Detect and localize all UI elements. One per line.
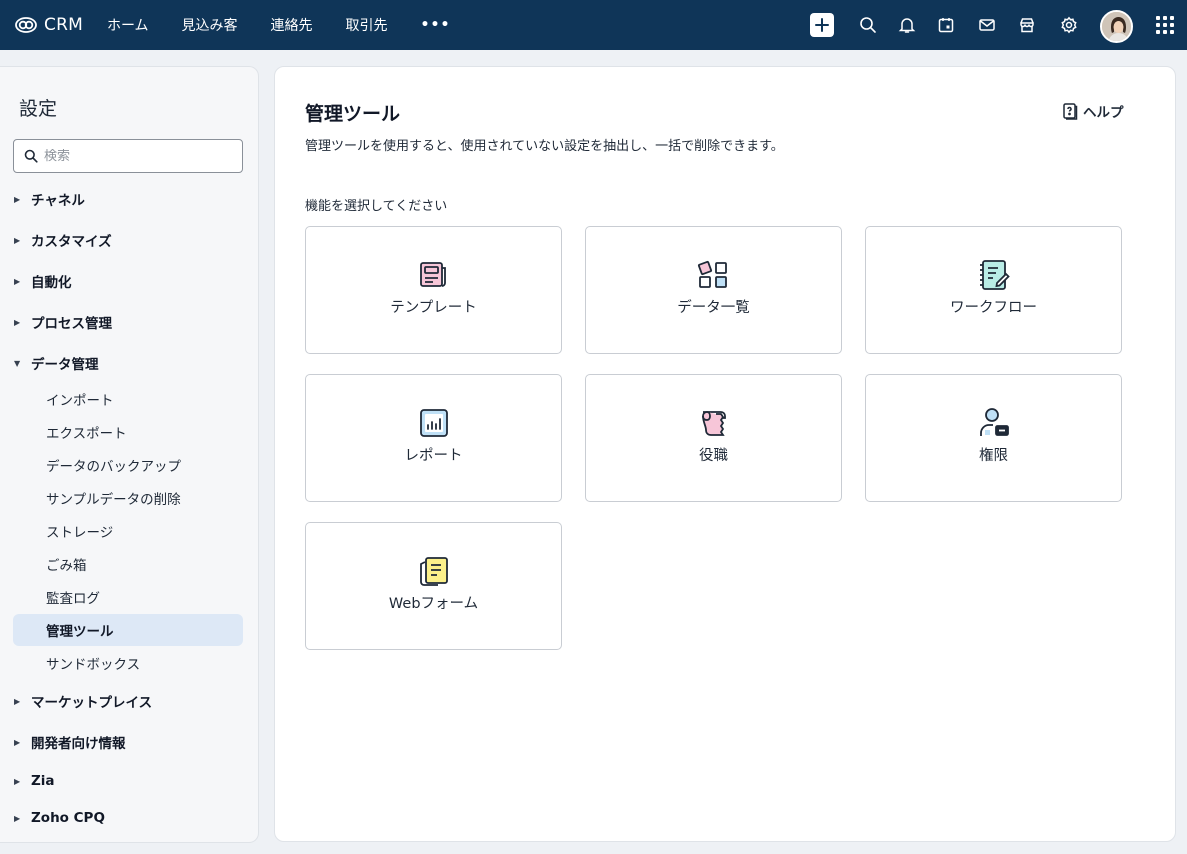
nav-more-button[interactable]: •••: [421, 17, 451, 33]
sidebar-item-backup[interactable]: データのバックアップ: [46, 455, 181, 475]
page-title: 管理ツール: [305, 103, 401, 125]
user-avatar-icon: [1102, 12, 1131, 41]
caret-right-icon: ▶: [14, 276, 21, 286]
app-title: CRM: [44, 15, 83, 35]
caret-right-icon: ▶: [14, 776, 21, 786]
sidebar-item-import[interactable]: インポート: [46, 389, 114, 409]
gear-icon: [1061, 16, 1077, 34]
top-navigation-bar: CRM ホーム 見込み客 連絡先 取引先 •••: [0, 0, 1187, 50]
calendar-button[interactable]: [935, 14, 957, 36]
sidebar-item-export[interactable]: エクスポート: [46, 422, 127, 442]
sidebar-section-zia[interactable]: ▶ Zia: [14, 773, 55, 789]
card-workflow[interactable]: ワークフロー: [865, 226, 1122, 354]
nav-item-home[interactable]: ホーム: [107, 15, 149, 35]
main-nav: ホーム 見込み客 連絡先 取引先 •••: [107, 15, 450, 35]
nav-item-accounts[interactable]: 取引先: [346, 15, 388, 35]
card-roles[interactable]: 役職: [585, 374, 842, 502]
report-icon: [417, 406, 451, 440]
help-book-icon: [1063, 103, 1078, 120]
sidebar-search-input[interactable]: [44, 148, 224, 164]
webform-icon: [417, 554, 451, 588]
card-label: ワークフロー: [950, 300, 1037, 316]
caret-right-icon: ▶: [14, 235, 21, 245]
sidebar-section-zoho-cpq[interactable]: ▶ Zoho CPQ: [14, 810, 105, 826]
plus-icon: [815, 18, 829, 32]
sidebar-section-marketplace[interactable]: ▶ マーケットプレイス: [14, 691, 152, 711]
main-panel: 管理ツール ヘルプ 管理ツールを使用すると、使用されていない設定を抽出し、一括で…: [274, 66, 1176, 842]
card-label: 権限: [979, 448, 1008, 464]
sidebar-item-delete-sample[interactable]: サンプルデータの削除: [46, 488, 181, 508]
bell-icon: [898, 18, 916, 33]
caret-right-icon: ▶: [14, 737, 21, 747]
card-label: レポート: [404, 448, 463, 464]
help-label: ヘルプ: [1083, 105, 1124, 121]
caret-right-icon: ▶: [14, 813, 21, 823]
store-icon: [1020, 18, 1034, 33]
create-new-button[interactable]: [810, 13, 834, 37]
workflow-icon: [977, 258, 1011, 292]
sidebar-section-developer[interactable]: ▶ 開発者向け情報: [14, 732, 126, 752]
permission-icon: [977, 406, 1011, 440]
card-data-list[interactable]: データ一覧: [585, 226, 842, 354]
app-logo[interactable]: CRM: [14, 13, 83, 37]
help-link[interactable]: ヘルプ: [1062, 101, 1124, 121]
sidebar-section-process[interactable]: ▶ プロセス管理: [14, 312, 112, 332]
sidebar-section-data-management[interactable]: ▼ データ管理: [14, 353, 99, 373]
sidebar-section-channels[interactable]: ▶ チャネル: [14, 189, 85, 209]
search-icon: [860, 17, 876, 33]
search-icon: [24, 149, 38, 163]
card-reports[interactable]: レポート: [305, 374, 562, 502]
card-permissions[interactable]: 権限: [865, 374, 1122, 502]
page-description: 管理ツールを使用すると、使用されていない設定を抽出し、一括で削除できます。: [305, 139, 784, 154]
avatar[interactable]: [1100, 10, 1133, 43]
mail-icon: [979, 19, 995, 31]
settings-sidebar: 設定 ▶ チャネル ▶ カスタマイズ ▶ 自動化 ▶ プロセス管理 ▼ データ管…: [0, 66, 259, 843]
card-label: テンプレート: [390, 300, 477, 316]
sidebar-item-admin-tools[interactable]: 管理ツール: [46, 620, 114, 640]
settings-button[interactable]: [1058, 14, 1080, 36]
card-label: 役職: [699, 448, 728, 464]
sidebar-section-customize[interactable]: ▶ カスタマイズ: [14, 230, 112, 250]
sidebar-item-sandbox[interactable]: サンドボックス: [46, 653, 140, 673]
card-templates[interactable]: テンプレート: [305, 226, 562, 354]
marketplace-button[interactable]: [1016, 14, 1038, 36]
nav-item-contacts[interactable]: 連絡先: [271, 15, 313, 35]
caret-right-icon: ▶: [14, 317, 21, 327]
sidebar-item-recycle-bin[interactable]: ごみ箱: [46, 554, 87, 574]
mail-button[interactable]: [976, 14, 998, 36]
sidebar-item-storage[interactable]: ストレージ: [46, 521, 113, 541]
sidebar-title: 設定: [19, 98, 58, 120]
select-feature-label: 機能を選択してください: [305, 199, 448, 214]
sidebar-item-audit-log[interactable]: 監査ログ: [46, 587, 100, 607]
zoho-logo-icon: [15, 17, 37, 33]
calendar-icon: [938, 18, 954, 33]
data-list-icon: [697, 258, 731, 292]
template-icon: [417, 258, 451, 292]
nav-item-leads[interactable]: 見込み客: [182, 15, 238, 35]
card-label: Webフォーム: [388, 596, 479, 612]
card-webforms[interactable]: Webフォーム: [305, 522, 562, 650]
global-search-button[interactable]: [857, 14, 879, 36]
caret-right-icon: ▶: [14, 194, 21, 204]
apps-grid-icon[interactable]: [1156, 16, 1174, 34]
role-icon: [697, 406, 731, 440]
caret-down-icon: ▼: [14, 358, 21, 368]
sidebar-section-automation[interactable]: ▶ 自動化: [14, 271, 72, 291]
caret-right-icon: ▶: [14, 696, 21, 706]
card-label: データ一覧: [677, 300, 750, 316]
sidebar-search[interactable]: [13, 139, 243, 173]
notifications-button[interactable]: [896, 14, 918, 36]
